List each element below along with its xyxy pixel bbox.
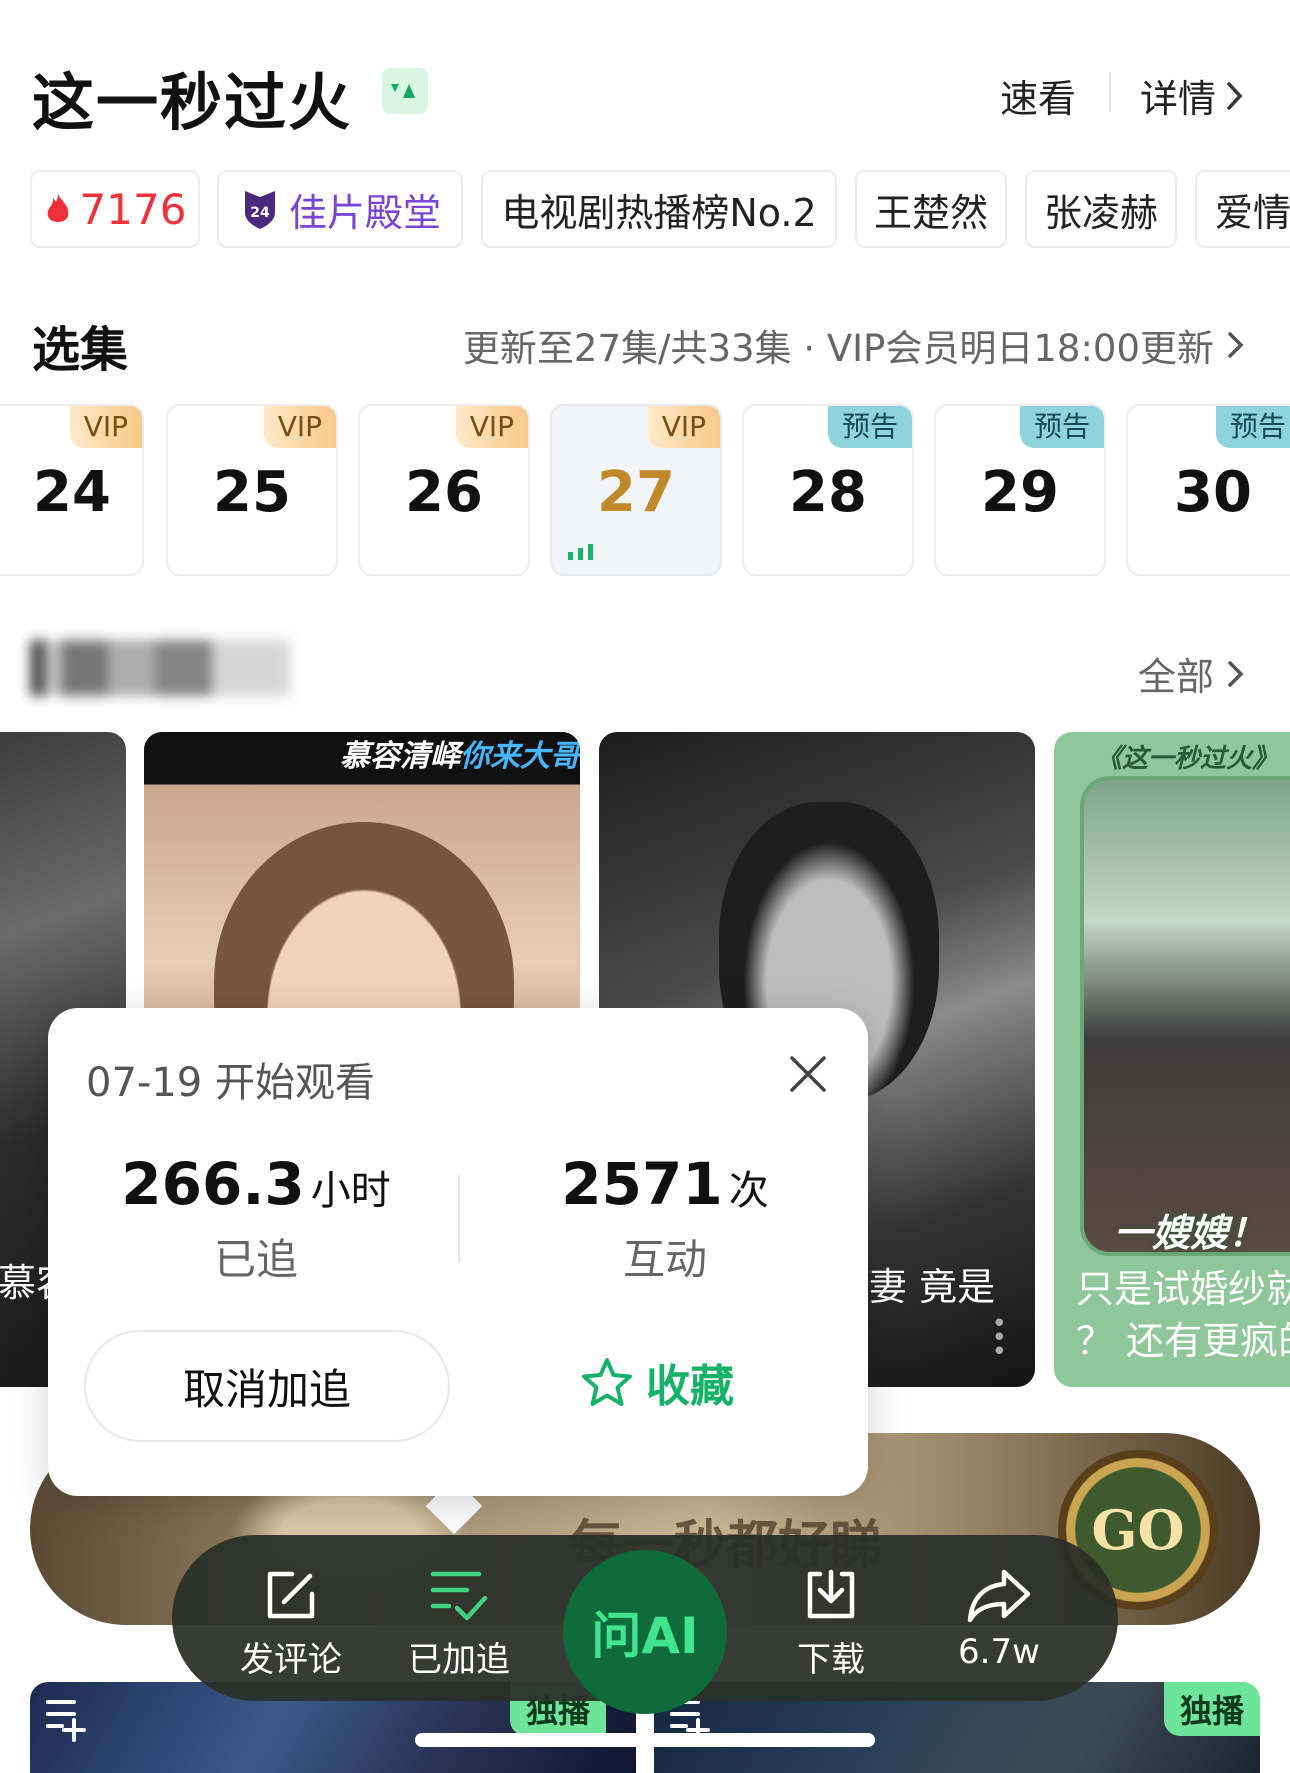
hall-shield-icon: 24 xyxy=(244,191,275,229)
show-title: 这一秒过火 xyxy=(32,66,353,139)
share-count: 6.7w xyxy=(958,1632,1040,1672)
stats-divider xyxy=(458,1175,460,1263)
clip-caption-line1: 只是试婚纱就 xyxy=(1076,1267,1290,1311)
clip-thumbnail xyxy=(1080,776,1290,1256)
episode-number: 25 xyxy=(213,460,291,525)
interact-value: 2571 xyxy=(561,1150,723,1218)
edit-comment-icon xyxy=(267,1571,315,1619)
vip-badge: VIP xyxy=(69,406,142,448)
exclusive-badge: 独播 xyxy=(1163,1682,1260,1736)
episode-26[interactable]: 26 VIP xyxy=(358,404,530,576)
preview-badge: 预告 xyxy=(827,406,912,448)
now-playing-icon xyxy=(568,544,593,560)
interactions-stat: 2571 次 互动 xyxy=(510,1150,820,1287)
blurred-section-title xyxy=(30,640,290,696)
episode-27-current[interactable]: 27 VIP xyxy=(550,404,722,576)
chevron-right-icon xyxy=(1227,81,1243,110)
interact-unit: 次 xyxy=(728,1168,769,1214)
clip-caption-line2: ？ 还有更疯的 xyxy=(1076,1319,1290,1363)
episode-number: 28 xyxy=(789,460,867,525)
quick-view-link[interactable]: 速看 xyxy=(1000,68,1076,123)
heat-tag-label: 7176 xyxy=(79,184,187,234)
heat-tag[interactable]: 7176 xyxy=(30,170,200,248)
actor-tag-1[interactable]: 王楚然 xyxy=(855,170,1007,248)
download-label: 下载 xyxy=(797,1640,865,1680)
hours-label: 已追 xyxy=(213,1235,298,1284)
share-icon xyxy=(967,1569,1031,1623)
episode-24[interactable]: 24 VIP xyxy=(0,404,144,576)
more-icon[interactable]: • • • xyxy=(992,1311,1007,1365)
preview-badge: 预告 xyxy=(1019,406,1104,448)
followed-list-icon xyxy=(430,1571,488,1621)
favorite-button[interactable]: 收藏 xyxy=(580,1350,734,1414)
chevron-right-icon xyxy=(1228,332,1244,358)
ranking-tag[interactable]: 电视剧热播榜No.2 xyxy=(481,170,837,248)
episode-25[interactable]: 25 VIP xyxy=(166,404,338,576)
hall-tag-label: 佳片殿堂 xyxy=(288,190,441,235)
episode-28[interactable]: 28 预告 xyxy=(742,404,914,576)
episode-number: 24 xyxy=(33,460,111,525)
vip-badge: VIP xyxy=(455,406,528,448)
hours-unit: 小时 xyxy=(310,1168,391,1214)
home-indicator[interactable] xyxy=(415,1733,875,1747)
comment-label: 发评论 xyxy=(240,1640,342,1680)
clip-top-caption: 《这一秒过火》 xyxy=(1096,744,1279,774)
vip-badge: VIP xyxy=(647,406,720,448)
view-all-link[interactable]: 全部 xyxy=(1138,646,1246,701)
episode-number: 26 xyxy=(405,460,483,525)
star-icon xyxy=(582,1358,632,1406)
genre-tag[interactable]: 爱情 xyxy=(1195,170,1290,248)
share-button[interactable]: 6.7w xyxy=(924,1566,1074,1672)
close-icon[interactable] xyxy=(786,1052,830,1100)
add-to-list-icon xyxy=(46,1700,86,1742)
ask-ai-button[interactable]: 问AI xyxy=(563,1550,727,1714)
interact-label: 互动 xyxy=(622,1235,707,1284)
hours-value: 266.3 xyxy=(121,1150,305,1218)
cancel-follow-button[interactable]: 取消加追 xyxy=(84,1330,450,1442)
comment-button[interactable]: 发评论 xyxy=(216,1566,366,1681)
download-button[interactable]: 下载 xyxy=(756,1566,906,1681)
clip-overlay-text: 一嫂嫂！ xyxy=(1114,1211,1267,1255)
details-link[interactable]: 详情 xyxy=(1140,68,1246,123)
chevron-right-icon xyxy=(1228,660,1244,687)
svg-text:24: 24 xyxy=(250,205,270,221)
followed-button[interactable]: 已加追 xyxy=(384,1566,534,1681)
clip-card-4[interactable]: 《这一秒过火》 一嫂嫂！ 只是试婚纱就 ？ 还有更疯的 xyxy=(1054,732,1290,1387)
download-icon xyxy=(807,1569,855,1619)
details-label: 详情 xyxy=(1140,77,1217,121)
play-badge-icon xyxy=(382,68,428,114)
hours-stat: 266.3 小时 已追 xyxy=(96,1150,416,1287)
hall-tag[interactable]: 24 佳片殿堂 xyxy=(217,170,463,248)
episodes-status-text: 更新至27集/共33集 · VIP会员明日18:00更新 xyxy=(462,327,1214,370)
preview-badge: 预告 xyxy=(1215,406,1290,448)
episodes-section-title: 选集 xyxy=(32,322,129,378)
flame-icon xyxy=(47,194,68,222)
favorite-label: 收藏 xyxy=(646,1361,734,1412)
clip-top-caption: 慕容清峄你来大哥 xyxy=(144,732,580,784)
vip-badge: VIP xyxy=(263,406,336,448)
episode-number: 27 xyxy=(597,460,675,525)
popup-start-date: 07-19 开始观看 xyxy=(86,1060,375,1106)
episode-30[interactable]: 30 预告 xyxy=(1126,404,1290,576)
clip-caption: 妻 竟是 xyxy=(869,1265,996,1309)
episode-number: 30 xyxy=(1174,460,1252,525)
actor-tag-2[interactable]: 张凌赫 xyxy=(1025,170,1177,248)
header-divider xyxy=(1109,72,1111,112)
view-all-label: 全部 xyxy=(1137,655,1214,699)
episode-29[interactable]: 29 预告 xyxy=(934,404,1106,576)
followed-label: 已加追 xyxy=(408,1640,510,1680)
episode-number: 29 xyxy=(981,460,1059,525)
episodes-status-link[interactable]: 更新至27集/共33集 · VIP会员明日18:00更新 xyxy=(463,318,1246,372)
